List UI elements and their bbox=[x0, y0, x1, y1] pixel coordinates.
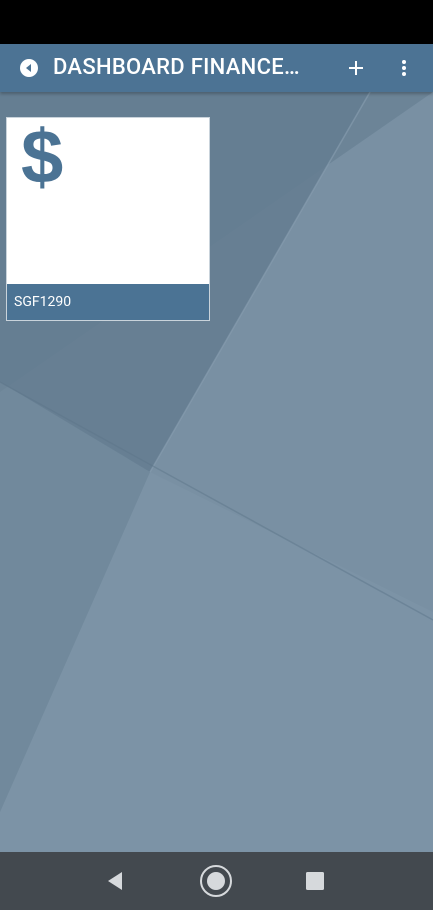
system-navigation-bar bbox=[0, 852, 433, 910]
tile-label: SGF1290 bbox=[14, 294, 72, 310]
dashboard-tile[interactable]: $ SGF1290 bbox=[6, 117, 210, 321]
dollar-icon: $ bbox=[21, 115, 64, 200]
dashboard-content: $ SGF1290 bbox=[0, 92, 433, 852]
triangle-back-icon[interactable] bbox=[104, 870, 126, 892]
app-bar: DASHBOARD FINANCEIRO bbox=[0, 44, 433, 92]
square-recents-icon[interactable] bbox=[305, 871, 325, 891]
plus-icon[interactable] bbox=[344, 56, 368, 80]
tile-label-bar: SGF1290 bbox=[7, 284, 209, 320]
status-bar bbox=[0, 0, 433, 44]
more-vertical-icon[interactable] bbox=[392, 56, 416, 80]
page-title: DASHBOARD FINANCEIRO bbox=[53, 55, 303, 80]
back-circle-icon[interactable] bbox=[19, 58, 39, 78]
home-circle-icon[interactable] bbox=[199, 864, 233, 898]
